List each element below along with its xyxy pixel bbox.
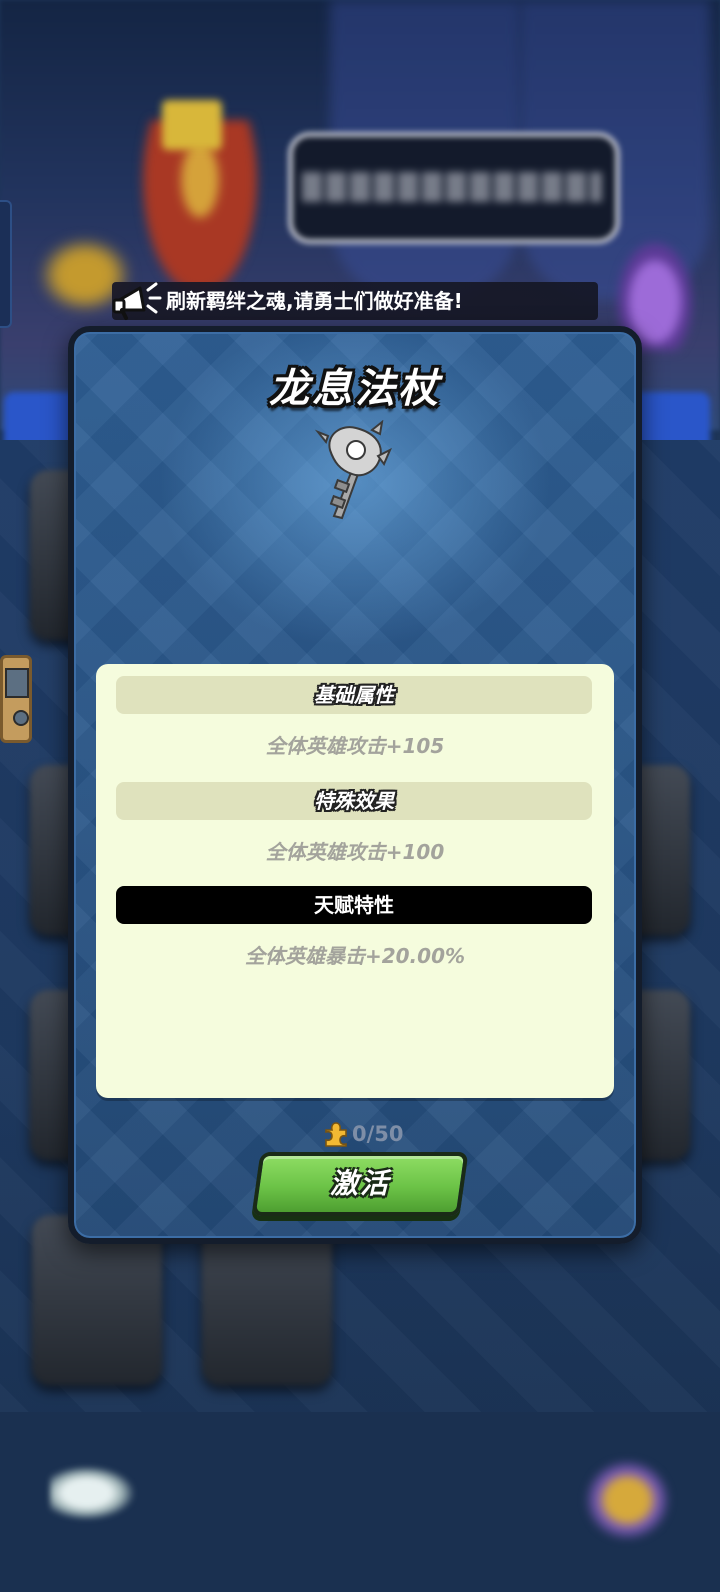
special-effect-value: 全体英雄攻击+100 xyxy=(265,840,445,864)
speech-bubble-text xyxy=(302,172,602,202)
device-icon[interactable] xyxy=(0,655,32,743)
talent-trait-value: 全体英雄暴击+20.00% xyxy=(244,944,466,968)
activate-button-label: 激活 xyxy=(329,1167,390,1200)
crown xyxy=(162,100,222,150)
attributes-box: 基础属性 全体英雄攻击+105 特殊效果 全体英雄攻击+100 天赋特性 全体英… xyxy=(96,664,614,1098)
puzzle-piece-icon xyxy=(325,1122,347,1147)
back-arrow-icon[interactable] xyxy=(50,1462,142,1524)
item-detail-panel: 龙息法杖 基础属性 全体英雄攻击+105 特殊效果 全体英雄攻击+100 天赋特… xyxy=(68,326,642,1244)
megaphone-icon xyxy=(112,282,162,320)
dragon-staff-icon xyxy=(314,420,392,520)
announcement-bar: 刷新羁绊之魂,请勇士们做好准备! xyxy=(112,282,598,320)
special-effect-header: 特殊效果 xyxy=(116,782,592,820)
base-attributes-header: 基础属性 xyxy=(116,676,592,714)
activate-button[interactable]: 激活 xyxy=(251,1152,469,1216)
side-tab[interactable] xyxy=(0,200,12,328)
announcement-text: 刷新羁绊之魂,请勇士们做好准备! xyxy=(166,289,463,313)
base-attributes-value: 全体英雄攻击+105 xyxy=(265,734,445,758)
item-title: 龙息法杖 xyxy=(269,366,441,412)
fragment-cost: 0/50 xyxy=(322,1116,404,1150)
treasure-chest-icon[interactable] xyxy=(580,1455,675,1545)
talent-trait-header: 天赋特性 xyxy=(116,886,592,924)
fragment-count: 0/50 xyxy=(352,1122,404,1146)
